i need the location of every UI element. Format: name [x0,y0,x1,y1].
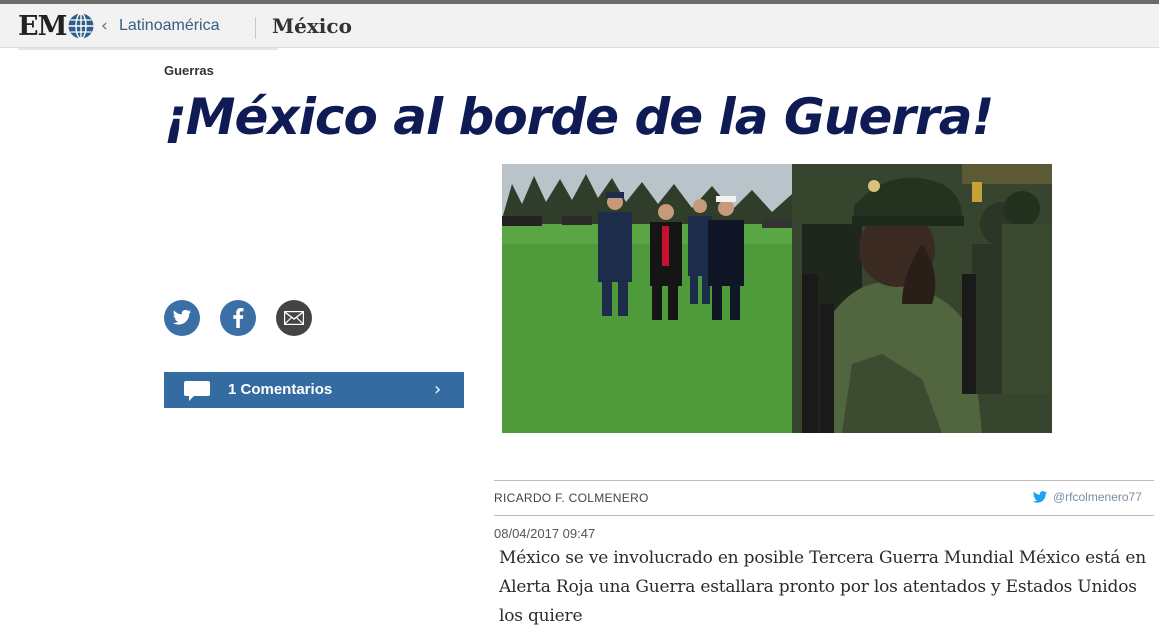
comments-count-label: 1 Comentarios [228,381,333,398]
facebook-icon [233,308,244,328]
article-photo [502,164,1052,433]
logo-text: EM [18,10,67,42]
email-icon [284,311,304,325]
globe-icon [68,12,94,40]
site-header: EM ‹ Latinoamérica México [0,4,1159,48]
twitter-icon [172,309,192,325]
article-headline: ¡México al borde de la Guerra! [164,88,994,146]
author-name[interactable]: RICARDO F. COLMENERO [494,491,649,505]
article-body: México se ve involucrado en posible Terc… [499,548,1146,626]
site-logo[interactable]: EM [18,10,95,42]
twitter-bird-icon [1032,490,1048,503]
breadcrumb-divider [255,17,256,39]
byline-top-divider [494,480,1154,481]
twitter-handle: @rfcolmenero77 [1053,490,1142,504]
chevron-right-icon: › [434,379,442,400]
comments-button[interactable]: 1 Comentarios › [164,372,464,408]
header-underline [18,48,278,50]
comment-bubble-icon [184,381,210,401]
publish-date: 08/04/2017 09:47 [494,526,596,541]
share-twitter-button[interactable] [164,300,200,336]
share-email-button[interactable] [276,300,312,336]
byline-bottom-divider [494,515,1154,516]
author-twitter-link[interactable]: @rfcolmenero77 [1032,490,1142,504]
breadcrumb-link-latinoamerica[interactable]: Latinoamérica [119,17,220,35]
breadcrumb-chevron-icon: ‹ [101,16,108,36]
section-title[interactable]: México [272,14,352,38]
article-kicker[interactable]: Guerras [164,63,214,78]
share-facebook-button[interactable] [220,300,256,336]
